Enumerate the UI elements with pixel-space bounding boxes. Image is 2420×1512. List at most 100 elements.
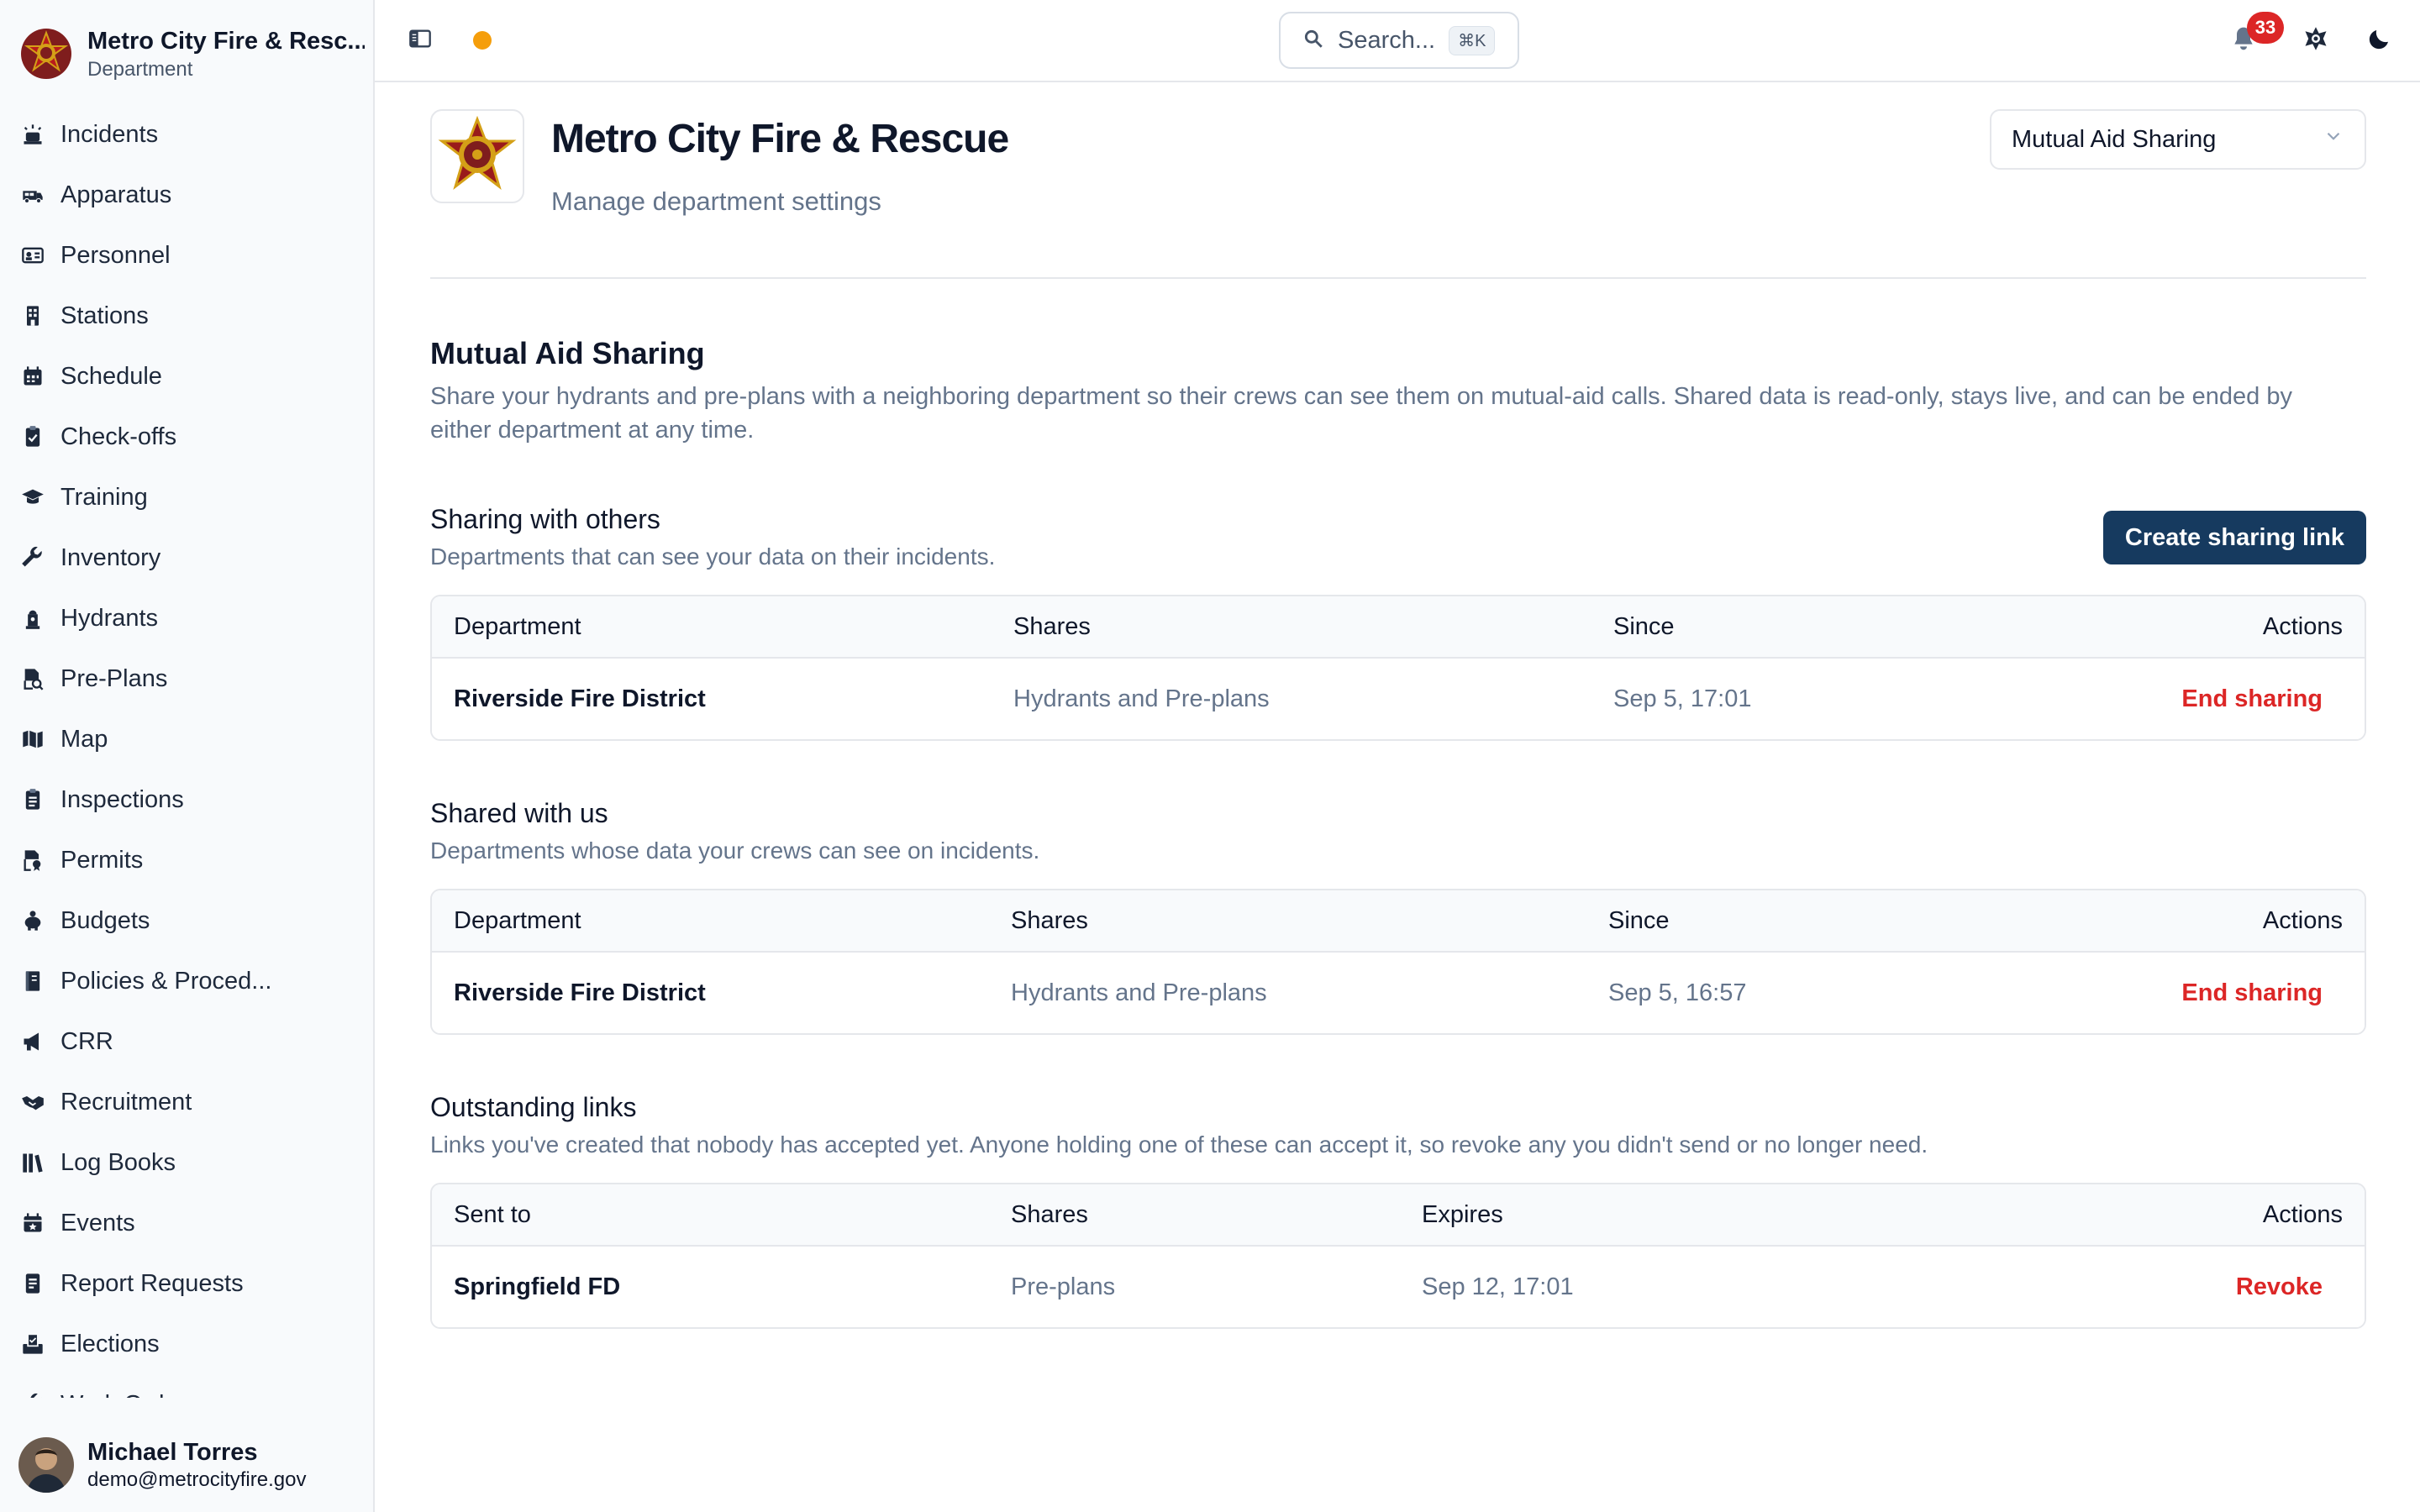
table-row: Riverside Fire District Hydrants and Pre… [432,953,2365,1033]
sidebar-item-crr[interactable]: CRR [0,1011,373,1072]
fire-truck-icon [20,182,45,207]
sidebar-item-label: Budgets [60,906,150,934]
column-header: Actions [2262,612,2343,640]
sidebar-item-budgets[interactable]: Budgets [0,890,373,951]
column-header: Actions [2262,1200,2343,1228]
section-title: Mutual Aid Sharing [430,336,705,370]
sidebar-item-elections[interactable]: Elections [0,1314,373,1374]
column-header: Actions [2262,906,2343,934]
notification-count-badge: 33 [2247,12,2284,44]
section-description: Share your hydrants and pre-plans with a… [430,383,2292,444]
department-cell: Riverside Fire District [454,685,706,712]
sharing-with-others-title: Sharing with others [430,504,660,534]
maltese-cross-icon [2303,26,2328,55]
outstanding-links-description: Links you've created that nobody has acc… [430,1131,1928,1158]
department-cell: Riverside Fire District [454,979,706,1006]
sidebar-item-check-offs[interactable]: Check-offs [0,407,373,467]
building-icon [20,303,45,328]
end-sharing-button[interactable]: End sharing [2181,659,2323,739]
outstanding-links-table: Sent to Shares Expires Actions Springfie… [430,1183,2366,1329]
sidebar-item-label: Incidents [60,120,159,148]
revoke-button[interactable]: Revoke [2236,1247,2323,1327]
hydrant-icon [20,606,45,631]
permit-icon [20,848,45,873]
graduation-cap-icon [20,485,45,510]
sidebar-item-label: Check-offs [60,423,177,450]
sidebar-item-permits[interactable]: Permits [0,830,373,890]
piggy-bank-icon [20,908,45,933]
sidebar-item-report-requests[interactable]: Report Requests [0,1253,373,1314]
search-shortcut: ⌘K [1449,25,1496,55]
notifications-button[interactable]: 33 [2227,12,2284,57]
sidebar-item-label: Hydrants [60,604,159,632]
sidebar-item-training[interactable]: Training [0,467,373,528]
sidebar-item-label: Recruitment [60,1088,192,1116]
sidebar-item-policies[interactable]: Policies & Proced... [0,951,373,1011]
dark-mode-toggle[interactable] [2363,24,2396,57]
calendar-event-icon [20,1210,45,1236]
table-header: Department Shares Since Actions [432,890,2365,953]
sidebar-item-label: Log Books [60,1148,176,1176]
sidebar-item-log-books[interactable]: Log Books [0,1132,373,1193]
handshake-icon [20,1089,45,1115]
map-icon [20,727,45,752]
sent-to-cell: Springfield FD [454,1273,621,1300]
sidebar-item-stations[interactable]: Stations [0,286,373,346]
sidebar-item-label: Personnel [60,241,171,269]
column-header: Shares [1013,612,1091,640]
org-switcher[interactable]: Metro City Fire & Resc... Department [20,22,365,86]
shares-cell: Hydrants and Pre-plans [1013,685,1270,712]
wrench-icon [20,545,45,570]
report-icon [20,1271,45,1296]
column-header: Sent to [454,1200,531,1228]
id-card-icon [20,243,45,268]
top-bar: Search... ⌘K 33 [375,0,2420,82]
shared-with-us-description: Departments whose data your crews can se… [430,837,1040,864]
shares-cell: Pre-plans [1011,1273,1116,1300]
user-profile[interactable]: Michael Torres demo@metrocityfire.gov [0,1418,373,1512]
sidebar-item-hydrants[interactable]: Hydrants [0,588,373,648]
toggle-sidebar-button[interactable] [405,25,435,55]
sidebar-item-inventory[interactable]: Inventory [0,528,373,588]
column-header: Shares [1011,1200,1088,1228]
since-cell: Sep 5, 16:57 [1608,979,1747,1006]
sidebar-item-personnel[interactable]: Personnel [0,225,373,286]
sidebar-item-label: Training [60,483,148,511]
moon-icon [2367,26,2392,55]
department-logo-icon [430,109,524,203]
sidebar-item-label: Events [60,1209,135,1236]
sidebar-item-recruitment[interactable]: Recruitment [0,1072,373,1132]
sidebar-item-schedule[interactable]: Schedule [0,346,373,407]
org-name: Metro City Fire & Resc... [87,28,365,55]
department-badge-button[interactable] [2299,24,2333,57]
table-header: Sent to Shares Expires Actions [432,1184,2365,1247]
sidebar-item-incidents[interactable]: Incidents [0,104,373,165]
search-input[interactable]: Search... ⌘K [1279,12,1519,69]
sidebar-item-label: Map [60,725,108,753]
sidebar-item-apparatus[interactable]: Apparatus [0,165,373,225]
avatar [18,1437,74,1493]
sidebar-item-map[interactable]: Map [0,709,373,769]
document-search-icon [20,666,45,691]
user-email: demo@metrocityfire.gov [87,1468,307,1491]
column-header: Shares [1011,906,1088,934]
outstanding-links-title: Outstanding links [430,1092,637,1122]
sidebar-item-events[interactable]: Events [0,1193,373,1253]
status-indicator [472,30,492,50]
search-placeholder: Search... [1338,26,1436,54]
search-icon [1302,28,1324,54]
clipboard-check-icon [20,424,45,449]
sidebar-item-work-orders[interactable]: Work Orders [0,1374,373,1398]
clipboard-list-icon [20,787,45,812]
end-sharing-button[interactable]: End sharing [2181,953,2323,1033]
sidebar-item-inspections[interactable]: Inspections [0,769,373,830]
settings-section-select[interactable]: Mutual Aid Sharing [1990,109,2366,170]
sidebar-toggle-icon [408,27,432,55]
sidebar-item-pre-plans[interactable]: Pre-Plans [0,648,373,709]
tools-icon [20,1392,45,1398]
shares-cell: Hydrants and Pre-plans [1011,979,1267,1006]
column-header: Since [1608,906,1670,934]
status-dot-icon [473,31,492,50]
expires-cell: Sep 12, 17:01 [1422,1273,1574,1300]
create-sharing-link-button[interactable]: Create sharing link [2102,511,2366,564]
